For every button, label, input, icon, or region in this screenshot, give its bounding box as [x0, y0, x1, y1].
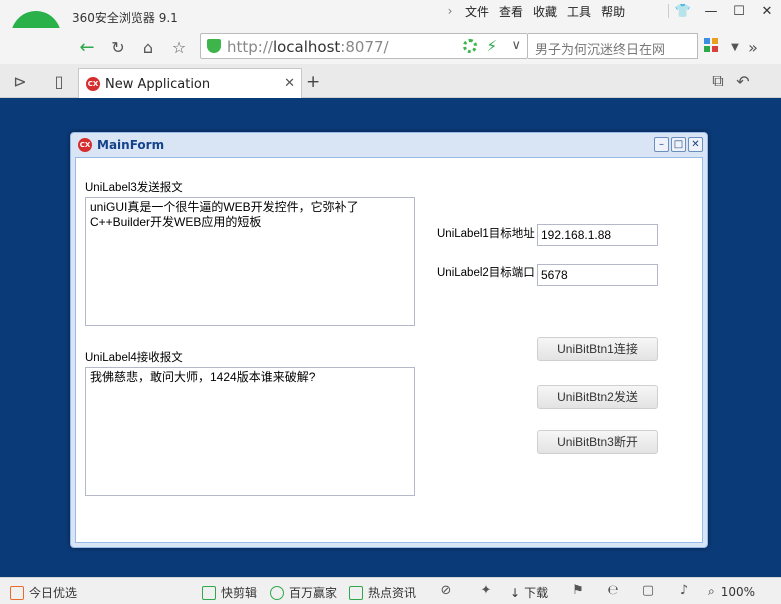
send-label: UniLabel3发送报文	[85, 182, 183, 194]
news-icon	[349, 585, 363, 600]
close-icon[interactable]: ✕	[753, 0, 781, 22]
receive-label: UniLabel4接收报文	[85, 352, 183, 364]
maximize-icon[interactable]: ☐	[725, 0, 753, 22]
security-shield-icon	[207, 39, 221, 53]
browser-navbar: ← ↻ ⌂ ☆ http://localhost:8077/ ⚡ ∨ 男子为何沉…	[0, 28, 781, 64]
today-picks-item[interactable]: 今日优选	[10, 584, 77, 601]
send-memo[interactable]: uniGUI真是一个很牛逼的WEB开发控件，它弥补了C++Builder开发WE…	[85, 197, 415, 326]
minimize-icon[interactable]: —	[697, 0, 725, 22]
speed-mode-icon[interactable]	[463, 39, 477, 53]
form-favicon-icon: CX	[78, 138, 92, 152]
address-url[interactable]: http://localhost:8077/	[227, 38, 389, 56]
zoom-item[interactable]: ⌕ 100%	[708, 584, 755, 599]
tab-close-icon[interactable]: ✕	[284, 76, 295, 91]
volume-icon[interactable]: ♪	[676, 583, 692, 599]
form-header[interactable]: CX MainForm – □ ✕	[71, 133, 707, 157]
window-controls: 👕 — ☐ ✕	[668, 0, 781, 22]
address-bar[interactable]: http://localhost:8077/ ⚡ ∨	[200, 33, 528, 59]
chevron-down-icon[interactable]: ∨	[511, 38, 521, 53]
browser-statusbar: 今日优选 快剪辑 百万赢家 热点资讯 ⊘ ✦ ↓ 下载 ⚑ ℮ ▢ ♪ ⌕ 100%	[0, 577, 781, 604]
back-icon[interactable]: ←	[77, 37, 97, 58]
new-tab-icon[interactable]: +	[306, 72, 320, 92]
browser-tabbar: ⊳ ▯ CX New Application ✕ + ⧉ ↶	[0, 64, 781, 98]
browser-menu: › 文件 查看 收藏 工具 帮助	[440, 2, 630, 20]
sidebar-toggle-icon[interactable]: ⊳	[10, 71, 30, 91]
play-icon	[270, 585, 284, 600]
form-maximize-icon[interactable]: □	[671, 137, 686, 152]
menu-tools[interactable]: 工具	[562, 3, 596, 20]
tab-title: New Application	[105, 77, 211, 92]
speedup-icon[interactable]: ⊘	[438, 583, 454, 599]
skin-icon[interactable]: 👕	[669, 0, 697, 22]
extensions-dropdown-icon[interactable]: ▼	[725, 37, 745, 57]
form-body: UniLabel3发送报文 uniGUI真是一个很牛逼的WEB开发控件，它弥补了…	[75, 157, 703, 543]
target-address-label: UniLabel1目标地址	[437, 228, 535, 240]
receive-memo[interactable]: 我佛慈悲，敢问大师，1424版本谁来破解?	[85, 367, 415, 496]
window-icon[interactable]: ▢	[640, 583, 656, 599]
browser-titlebar: 360安全浏览器 9.1 › 文件 查看 收藏 工具 帮助 👕 — ☐ ✕	[0, 0, 781, 28]
hot-news-item[interactable]: 热点资讯	[349, 584, 416, 601]
mobile-icon[interactable]: ▯	[49, 71, 69, 91]
menu-favorites[interactable]: 收藏	[528, 3, 562, 20]
search-placeholder: 男子为何沉迷终日在网	[535, 43, 666, 58]
million-winner-item[interactable]: 百万赢家	[270, 584, 337, 601]
menu-file[interactable]: 文件	[460, 3, 494, 20]
bookmark-star-icon[interactable]: ☆	[169, 37, 189, 57]
target-port-label: UniLabel2目标端口	[437, 267, 535, 279]
search-input[interactable]: 男子为何沉迷终日在网	[528, 33, 698, 59]
refresh-icon[interactable]: ↻	[108, 37, 128, 57]
pin-icon[interactable]: ✦	[478, 583, 494, 599]
form-minimize-icon[interactable]: –	[654, 137, 669, 152]
quick-clip-item[interactable]: 快剪辑	[202, 584, 257, 601]
flag-icon[interactable]: ⚑	[570, 583, 586, 599]
send-button[interactable]: UniBitBtn2发送	[537, 385, 658, 409]
form-close-icon[interactable]: ✕	[688, 137, 703, 152]
menu-help[interactable]: 帮助	[596, 3, 630, 20]
tab-favicon-icon: CX	[86, 77, 100, 91]
main-form-window: CX MainForm – □ ✕ UniLabel3发送报文 uniGUI真是…	[70, 132, 708, 548]
chevron-right-icon[interactable]: ›	[440, 4, 460, 18]
undo-close-icon[interactable]: ↶	[733, 71, 753, 91]
ie-mode-icon[interactable]: ℮	[605, 583, 621, 599]
extensions-icon[interactable]	[704, 38, 718, 52]
menu-view[interactable]: 查看	[494, 3, 528, 20]
page-viewport: CX MainForm – □ ✕ UniLabel3发送报文 uniGUI真是…	[0, 98, 781, 577]
download-item[interactable]: ↓ 下载	[510, 584, 548, 601]
clip-icon	[202, 585, 216, 600]
form-tools: – □ ✕	[652, 137, 703, 152]
lightning-icon[interactable]: ⚡	[486, 37, 497, 55]
zoom-icon: ⌕	[708, 584, 715, 598]
tab-new-application[interactable]: CX New Application ✕	[78, 68, 302, 98]
disconnect-button[interactable]: UniBitBtn3断开	[537, 430, 658, 454]
gift-icon	[10, 585, 24, 600]
connect-button[interactable]: UniBitBtn1连接	[537, 337, 658, 361]
browser-app-title: 360安全浏览器 9.1	[72, 11, 178, 25]
restore-tabs-icon[interactable]: ⧉	[708, 71, 728, 91]
target-port-input[interactable]: 5678	[537, 264, 658, 286]
home-icon[interactable]: ⌂	[138, 37, 158, 57]
target-address-input[interactable]: 192.168.1.88	[537, 224, 658, 246]
form-title: MainForm	[97, 138, 165, 152]
download-icon: ↓	[510, 585, 521, 600]
more-icon[interactable]: »	[743, 37, 763, 57]
